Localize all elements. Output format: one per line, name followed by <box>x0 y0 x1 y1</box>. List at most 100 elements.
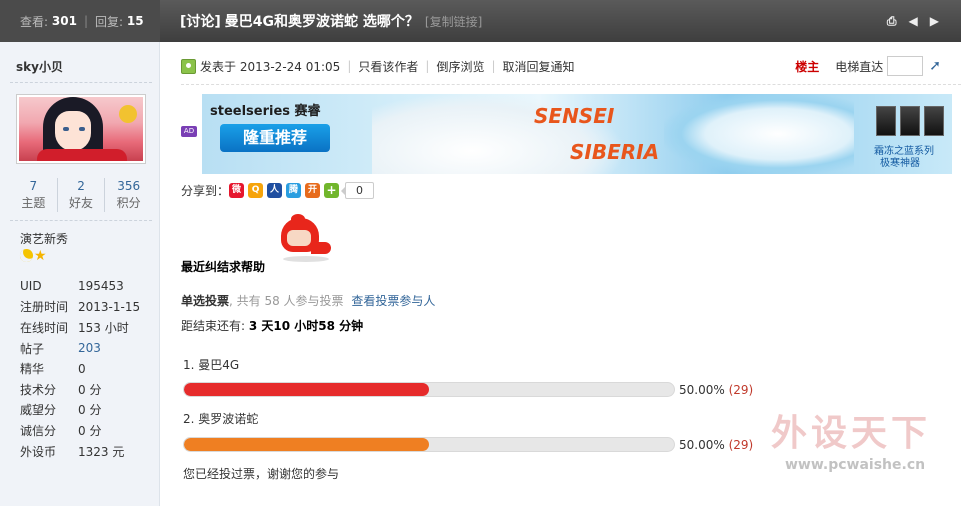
vote-option-label: 2. 奥罗波诺蛇 <box>183 412 259 426</box>
ad-banner[interactable]: steelseries 赛睿 隆重推荐 SENSEI SIBERIA 霜冻之蓝系… <box>202 94 952 174</box>
info-row-prestige: 威望分 0 分 <box>20 400 160 421</box>
arrow-left-icon[interactable]: ◀ <box>909 14 918 29</box>
sidebar-divider <box>10 82 152 83</box>
info-key: 诚信分 <box>20 423 57 438</box>
thread-stats: 查看: 301 | 回复: 15 <box>0 0 160 42</box>
vote-percent-value: 50.00% <box>679 438 725 452</box>
post-main: 发表于 2013-2-24 01:05 | 只看该作者 | 倒序浏览 | 取消回… <box>161 42 961 506</box>
count-friends[interactable]: 2 好友 <box>58 178 106 212</box>
vote-percent: 50.00% (29) <box>679 383 753 397</box>
replies-label: 回复: <box>94 14 124 29</box>
info-key: 帖子 <box>20 341 45 356</box>
sidebar-divider <box>10 220 152 221</box>
vote-header: 单选投票, 共有 58 人参与投票 查看投票参与人 <box>181 292 435 309</box>
views-label: 查看: <box>20 14 49 29</box>
avatar[interactable] <box>16 94 146 164</box>
info-value: 153 小时 <box>78 320 129 335</box>
thread-tools: ⎙ ◀ ▶ <box>887 14 961 29</box>
info-key: 技术分 <box>20 382 57 397</box>
elevator-label: 电梯直达 <box>835 59 884 74</box>
count-points[interactable]: 356 积分 <box>105 178 152 212</box>
count-label: 主题 <box>21 196 46 210</box>
banner-brand: steelseries 赛睿 <box>210 104 321 119</box>
post-date: 发表于 2013-2-24 01:05 <box>200 59 341 74</box>
meta-divider: | <box>425 59 430 73</box>
author-name[interactable]: sky小贝 <box>16 58 63 75</box>
copy-link[interactable]: [复制链接] <box>425 13 482 30</box>
product-boxes <box>876 106 944 136</box>
thread-title-bar: [讨论] 曼巴4G和奥罗波诺蛇 选哪个？ [复制链接] ⎙ ◀ ▶ <box>160 0 961 42</box>
count-label: 积分 <box>116 196 141 210</box>
count-value: 356 <box>117 179 141 193</box>
thread-type[interactable]: [讨论] <box>180 11 221 31</box>
vote-progress-bar <box>183 382 675 397</box>
qzone-icon[interactable]: Q <box>248 183 264 198</box>
vote-count: (29) <box>728 383 754 397</box>
kaixin-icon[interactable]: 开 <box>305 183 321 198</box>
info-value: 0 分 <box>78 382 102 397</box>
replies-count: 15 <box>126 14 144 28</box>
post-text: 最近纠结求帮助 <box>181 260 266 274</box>
vote-progress-bar <box>183 437 675 452</box>
author-sidebar: sky小贝 7 主题 2 好友 356 积分 演艺新秀 ★ UID 195453 … <box>0 42 160 506</box>
info-row-tech: 技术分 0 分 <box>20 379 160 400</box>
avatar-image <box>19 97 143 161</box>
info-row-uid: UID 195453 <box>20 276 160 297</box>
info-row-online: 在线时间 153 小时 <box>20 317 160 338</box>
info-row-coins: 外设币 1323 元 <box>20 441 160 462</box>
share-bar: 分享到： 微 Q 人 腾 开 + 0 <box>181 182 375 199</box>
share-count: 0 <box>341 182 375 199</box>
count-topics[interactable]: 7 主题 <box>10 178 58 212</box>
thread-title: 曼巴4G和奥罗波诺蛇 选哪个？ <box>224 14 419 30</box>
more-share-icon[interactable]: + <box>324 183 340 198</box>
count-value: 2 <box>77 179 85 193</box>
banner-product-sensei: SENSEI <box>534 104 615 128</box>
moon-icon <box>18 247 35 264</box>
info-key: 精华 <box>20 362 45 377</box>
info-value: 0 分 <box>78 403 102 418</box>
share-label: 分享到： <box>181 184 230 198</box>
info-key: 威望分 <box>20 403 57 418</box>
headset-image <box>664 94 854 174</box>
watermark-url: www.pcwaishe.cn <box>785 457 926 473</box>
print-icon[interactable]: ⎙ <box>887 14 897 29</box>
renren-icon[interactable]: 人 <box>267 183 283 198</box>
voted-message: 您已经投过票，谢谢您的参与 <box>183 467 340 481</box>
post-divider <box>181 84 961 85</box>
stats-divider: | <box>83 14 88 28</box>
vote-percent: 50.00% (29) <box>679 438 753 452</box>
post-meta-right: 楼主 电梯直达 ➚ <box>795 56 941 76</box>
cancel-notify-link[interactable]: 取消回复通知 <box>503 58 575 75</box>
banner-promo: 隆重推荐 <box>220 124 330 152</box>
rank-stars: ★ <box>18 247 47 264</box>
floor-jump-input[interactable] <box>887 56 924 76</box>
tencent-weibo-icon[interactable]: 腾 <box>286 183 302 198</box>
info-key: 在线时间 <box>20 320 69 335</box>
info-key: 外设币 <box>20 444 57 459</box>
only-author-link[interactable]: 只看该作者 <box>358 58 418 75</box>
view-voters-link[interactable]: 查看投票参与人 <box>351 294 435 308</box>
banner-product-siberia: SIBERIA <box>570 140 660 164</box>
vote-fill <box>184 438 429 451</box>
posts-link[interactable]: 203 <box>78 341 101 355</box>
info-value: 0 分 <box>78 423 102 438</box>
weibo-icon[interactable]: 微 <box>229 183 245 198</box>
info-key: UID <box>20 279 42 294</box>
info-row-register: 注册时间 2013-1-15 <box>20 297 160 318</box>
post-meta-bar: 发表于 2013-2-24 01:05 | 只看该作者 | 倒序浏览 | 取消回… <box>181 56 941 76</box>
count-label: 好友 <box>69 196 94 210</box>
arrow-right-icon[interactable]: ▶ <box>930 14 939 29</box>
reverse-order-link[interactable]: 倒序浏览 <box>436 58 484 75</box>
meta-divider: | <box>347 59 352 73</box>
online-status-icon <box>181 58 196 74</box>
mascot-emoticon <box>277 214 333 264</box>
info-key: 注册时间 <box>20 300 69 315</box>
info-value: 2013-1-15 <box>78 299 141 314</box>
top-bar: 查看: 301 | 回复: 15 [讨论] 曼巴4G和奥罗波诺蛇 选哪个？ [复… <box>0 0 961 42</box>
meta-divider: | <box>491 59 496 73</box>
vote-fill <box>184 383 429 396</box>
jump-arrow-icon[interactable]: ➚ <box>929 58 941 74</box>
floor-label: 楼主 <box>795 59 820 74</box>
info-value: 195453 <box>78 279 124 294</box>
info-row-digest: 精华 0 <box>20 358 160 379</box>
